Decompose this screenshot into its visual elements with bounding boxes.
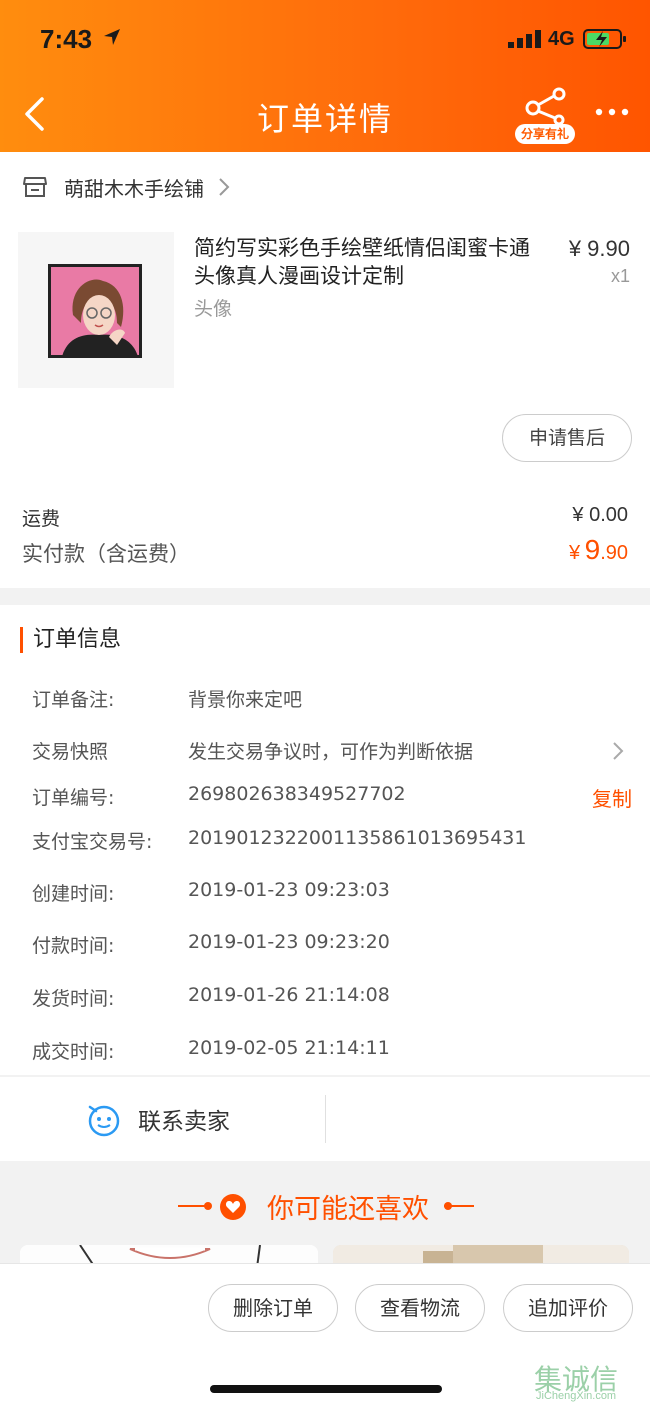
top-header: 7:43 4G 订单详情 分享有礼	[0, 0, 650, 152]
nav-bar: 订单详情 分享有礼	[0, 80, 650, 150]
order-info-section: 订单信息 订单备注: 背景你来定吧 交易快照 发生交易争议时，可作为判断依据 订…	[0, 605, 650, 1075]
product-quantity: x1	[610, 266, 630, 286]
info-value: 背景你来定吧	[188, 689, 303, 711]
product-price: ¥ 9.90	[568, 236, 630, 261]
chevron-right-icon	[613, 742, 624, 760]
view-logistics-button[interactable]: 查看物流	[355, 1284, 485, 1332]
copy-button[interactable]: 复制	[592, 783, 632, 812]
info-key: 交易快照	[32, 741, 109, 763]
recommend-title: 你可能还喜欢	[267, 1194, 429, 1225]
share-icon	[525, 87, 566, 126]
paid-amount: ¥ 9.90	[569, 534, 628, 566]
share-tag: 分享有礼	[515, 124, 575, 144]
info-key: 创建时间:	[32, 883, 115, 905]
bottom-action-bar: 删除订单 查看物流 追加评价 集诚信 JiChengXin.com	[0, 1263, 650, 1407]
status-bar: 7:43 4G	[0, 22, 650, 58]
info-key: 付款时间:	[32, 935, 115, 957]
cell-signal-icon	[508, 30, 541, 48]
info-value: 269802638349527702	[188, 783, 406, 805]
contact-seller-button[interactable]: 联系卖家	[86, 1099, 230, 1139]
info-value: 2019-02-05 21:14:11	[188, 1037, 390, 1059]
info-row-shipped: 发货时间: 2019-01-26 21:14:08	[32, 984, 632, 1014]
contact-section: 联系卖家	[0, 1077, 650, 1161]
section-title: 订单信息	[20, 627, 121, 653]
info-value: 发生交易争议时，可作为判断依据	[188, 741, 474, 763]
product-name[interactable]: 简约写实彩色手绘壁纸情侣闺蜜卡通头像真人漫画设计定制	[194, 234, 544, 290]
delete-order-button[interactable]: 删除订单	[208, 1284, 338, 1332]
home-indicator[interactable]	[210, 1385, 442, 1393]
after-sale-button[interactable]: 申请售后	[502, 414, 632, 462]
info-value: 2019-01-23 09:23:03	[188, 879, 390, 901]
product-image	[48, 264, 142, 358]
chat-face-icon	[88, 1105, 120, 1137]
info-row-remark: 订单备注: 背景你来定吧	[32, 685, 632, 715]
paid-currency: ¥	[569, 542, 581, 564]
info-key: 订单备注:	[32, 689, 115, 711]
info-key: 成交时间:	[32, 1041, 115, 1063]
contact-seller-label: 联系卖家	[138, 1109, 230, 1135]
network-type: 4G	[548, 28, 575, 50]
shipping-label: 运费	[22, 508, 61, 530]
info-row-snapshot[interactable]: 交易快照 发生交易争议时，可作为判断依据	[32, 737, 632, 767]
battery-charging-icon	[583, 29, 626, 49]
info-value: 2019012322001135861013695431	[188, 827, 527, 849]
store-icon	[23, 177, 47, 197]
watermark-url: JiChengXin.com	[536, 1390, 617, 1402]
product-thumbnail[interactable]	[18, 232, 174, 388]
info-key: 订单编号:	[32, 787, 115, 809]
info-value: 2019-01-26 21:14:08	[188, 984, 390, 1006]
status-time: 7:43	[40, 24, 93, 54]
shop-link[interactable]: 萌甜木木手绘铺	[22, 170, 230, 204]
more-icon[interactable]	[594, 100, 630, 124]
chevron-right-icon	[219, 178, 230, 196]
decor-line-right	[444, 1205, 474, 1207]
recommend-section: 你可能还喜欢	[0, 1161, 650, 1275]
location-arrow-icon	[104, 29, 120, 45]
divider	[325, 1095, 326, 1143]
shop-name: 萌甜木木手绘铺	[64, 176, 204, 201]
info-row-completed: 成交时间: 2019-02-05 21:14:11	[32, 1037, 632, 1067]
product-card: 萌甜木木手绘铺 简约写实彩色手绘壁纸情侣闺蜜卡通头像真人漫画设计定制 头像 ¥ …	[0, 152, 650, 588]
info-row-alipay-number: 支付宝交易号: 2019012322001135861013695431	[32, 827, 632, 857]
info-value: 2019-01-23 09:23:20	[188, 931, 390, 953]
watermark-logo: 集诚信 JiChengXin.com	[534, 1358, 646, 1407]
info-row-order-number: 订单编号: 269802638349527702 复制	[32, 783, 632, 813]
add-review-button[interactable]: 追加评价	[503, 1284, 633, 1332]
info-row-paid: 付款时间: 2019-01-23 09:23:20	[32, 931, 632, 961]
info-row-created: 创建时间: 2019-01-23 09:23:03	[32, 879, 632, 909]
info-key: 支付宝交易号:	[32, 831, 153, 853]
paid-label: 实付款（含运费）	[22, 542, 190, 566]
share-button[interactable]: 分享有礼	[515, 86, 575, 146]
paid-decimal: .90	[600, 542, 628, 564]
info-key: 发货时间:	[32, 988, 115, 1010]
product-sku: 头像	[194, 298, 233, 320]
shipping-value: ¥ 0.00	[572, 504, 628, 526]
paid-integer: 9	[584, 534, 601, 565]
